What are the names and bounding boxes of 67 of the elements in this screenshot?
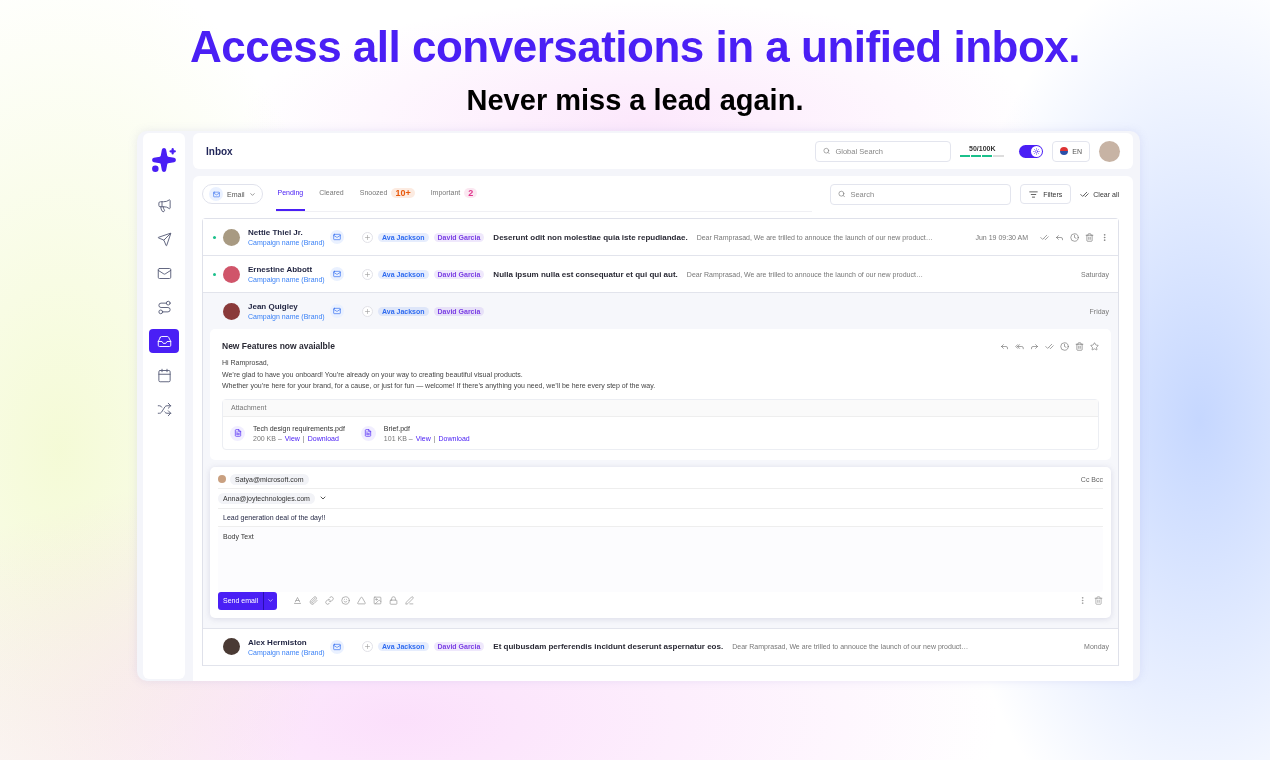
document-icon bbox=[233, 429, 242, 437]
chevron-down-icon bbox=[248, 190, 256, 198]
user-avatar[interactable] bbox=[1099, 140, 1120, 162]
reply-icon[interactable] bbox=[1055, 232, 1064, 242]
plus-icon bbox=[364, 233, 371, 241]
chevron-down-icon[interactable] bbox=[318, 494, 327, 502]
flag-icon bbox=[1060, 147, 1069, 155]
plus-icon bbox=[364, 270, 371, 278]
message-row[interactable] bbox=[203, 219, 1118, 256]
email-subject: Et quibusdam perferendis incidunt deserunt aspernatur eos. bbox=[493, 642, 724, 651]
add-assignee-button[interactable] bbox=[362, 641, 373, 652]
more-icon[interactable] bbox=[1078, 596, 1087, 605]
trash-icon[interactable] bbox=[1075, 341, 1084, 351]
trash-icon[interactable] bbox=[1094, 596, 1103, 605]
caret-icon bbox=[267, 597, 275, 604]
image-icon[interactable] bbox=[373, 596, 383, 605]
add-assignee-button[interactable] bbox=[362, 305, 373, 317]
link-icon[interactable] bbox=[325, 596, 335, 605]
inbox-icon[interactable] bbox=[149, 329, 179, 353]
email-channel-icon bbox=[330, 304, 344, 318]
email-channel-icon bbox=[330, 267, 344, 281]
email-channel-icon bbox=[330, 639, 344, 654]
contact-name: Nettie Thiel Jr. bbox=[248, 228, 304, 237]
avatar bbox=[223, 265, 240, 283]
document-icon bbox=[364, 429, 373, 437]
star-icon[interactable] bbox=[1090, 341, 1099, 351]
double-check-icon[interactable] bbox=[1040, 232, 1049, 242]
text-format-icon[interactable] bbox=[293, 596, 303, 605]
email-channel-icon bbox=[330, 230, 344, 244]
search-icon bbox=[837, 190, 846, 198]
mail-icon bbox=[209, 187, 223, 201]
avatar bbox=[218, 475, 226, 483]
triangle-icon[interactable] bbox=[357, 596, 367, 605]
reply-icon[interactable] bbox=[1000, 341, 1009, 351]
search-icon bbox=[823, 147, 831, 155]
contact-name: Ernestine Abbott bbox=[248, 265, 314, 274]
add-assignee-button[interactable] bbox=[362, 268, 373, 280]
add-assignee-button[interactable] bbox=[362, 231, 373, 243]
contact-name: Alex Hermiston bbox=[248, 637, 308, 647]
headline: Access all conversations in a unified inbox. bbox=[189, 22, 1081, 72]
avatar bbox=[223, 638, 240, 655]
forward-icon[interactable] bbox=[1030, 341, 1039, 351]
lock-icon[interactable] bbox=[389, 596, 399, 605]
plus-icon bbox=[364, 643, 371, 650]
more-icon[interactable] bbox=[1100, 232, 1109, 242]
pen-icon[interactable] bbox=[405, 596, 415, 605]
theme-toggle[interactable] bbox=[1019, 144, 1044, 158]
page-title: Inbox bbox=[206, 145, 234, 157]
clock-icon[interactable] bbox=[1060, 341, 1069, 351]
smiley-icon[interactable] bbox=[341, 596, 351, 605]
filter-icon bbox=[1029, 189, 1039, 199]
email-subject: Nulla ipsum nulla est consequatur et qui qui aut. bbox=[493, 269, 678, 279]
double-check-icon[interactable] bbox=[1045, 341, 1054, 351]
reply-all-icon[interactable] bbox=[1015, 341, 1024, 351]
email-title: New Features now avaialble bbox=[222, 341, 335, 351]
paperclip-icon[interactable] bbox=[309, 596, 319, 605]
sparkles-logo-icon bbox=[151, 147, 177, 173]
trash-icon[interactable] bbox=[1085, 232, 1094, 242]
double-check-icon bbox=[1080, 189, 1090, 199]
email-subject: Deserunt odit non molestiae quia iste repudiandae. bbox=[493, 232, 688, 242]
avatar bbox=[223, 228, 240, 246]
plus-icon bbox=[364, 307, 371, 315]
clock-icon[interactable] bbox=[1070, 232, 1079, 242]
avatar bbox=[223, 302, 240, 320]
contact-name: Jean Quigley bbox=[248, 302, 299, 311]
sun-icon bbox=[1033, 147, 1041, 155]
subheadline: Never miss a lead again. bbox=[466, 84, 804, 117]
